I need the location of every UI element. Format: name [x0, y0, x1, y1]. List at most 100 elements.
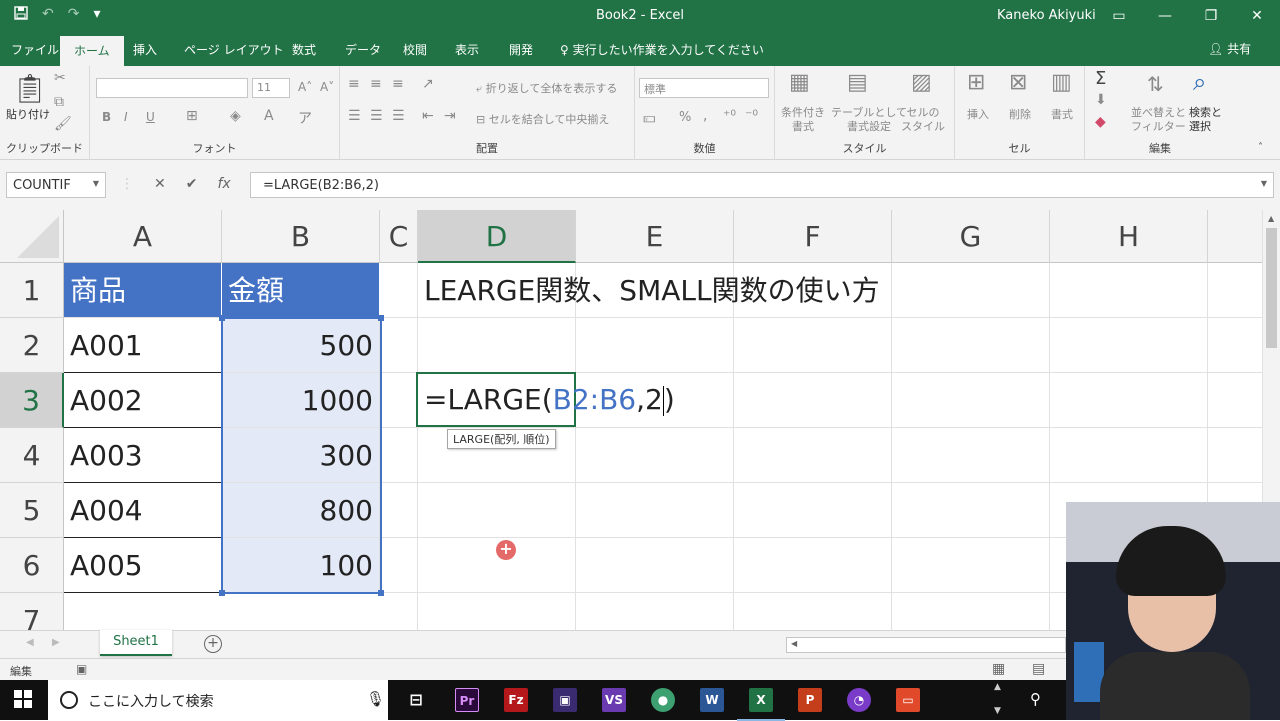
- sheet-tab-sheet1[interactable]: Sheet1: [100, 630, 172, 656]
- cell-b5[interactable]: 800: [222, 483, 380, 538]
- increase-indent-icon[interactable]: ⇥: [444, 108, 456, 124]
- cell-b3[interactable]: 1000: [222, 373, 380, 428]
- tell-me-search[interactable]: ♀ 実行したい作業を入力してください: [560, 41, 764, 58]
- column-header-f[interactable]: F: [734, 210, 892, 263]
- fill-icon[interactable]: ⬇: [1095, 92, 1107, 108]
- ribbon-display-options-icon[interactable]: ▭: [1096, 4, 1142, 28]
- paste-label[interactable]: 貼り付け: [6, 106, 50, 122]
- comma-style-icon[interactable]: ,: [703, 108, 707, 124]
- cell-a6[interactable]: A005: [64, 538, 222, 593]
- column-header-d[interactable]: D: [418, 210, 576, 263]
- number-format-box[interactable]: 標準: [639, 78, 769, 98]
- column-header-e[interactable]: E: [576, 210, 734, 263]
- format-cells-button[interactable]: 書式: [1051, 106, 1073, 122]
- column-header-a[interactable]: A: [64, 210, 222, 263]
- restore-button[interactable]: ❐: [1188, 4, 1234, 28]
- powerpoint-icon[interactable]: P: [798, 688, 822, 712]
- row-header-2[interactable]: 2: [0, 318, 64, 373]
- column-header-b[interactable]: B: [222, 210, 380, 263]
- macro-record-icon[interactable]: ▣: [76, 662, 87, 676]
- shrink-font-button[interactable]: A˅: [320, 80, 334, 94]
- percent-button[interactable]: %: [679, 110, 691, 125]
- collapse-ribbon-icon[interactable]: ˄: [1258, 142, 1263, 153]
- task-view-icon[interactable]: ⊟: [404, 688, 428, 712]
- orientation-icon[interactable]: ↗: [422, 76, 434, 92]
- excel-icon[interactable]: X: [737, 688, 785, 721]
- find-select-button[interactable]: 検索と 選択: [1189, 106, 1222, 134]
- tray-up-icon[interactable]: ▲: [994, 682, 1001, 692]
- scroll-up-icon[interactable]: ▲: [1268, 214, 1274, 223]
- formula-input[interactable]: =LARGE(B2:B6,2) ▼: [250, 172, 1274, 198]
- delete-cells-icon[interactable]: ⊠: [1009, 70, 1027, 95]
- cell-b4[interactable]: 300: [222, 428, 380, 483]
- cut-icon[interactable]: ✂: [54, 70, 66, 86]
- camtasia-icon[interactable]: ▭: [896, 688, 920, 712]
- people-icon[interactable]: ⚲: [1030, 690, 1041, 708]
- tray-down-icon[interactable]: ▼: [994, 706, 1001, 716]
- row-header-3[interactable]: 3: [0, 373, 64, 428]
- format-as-table-button[interactable]: テーブルとして 書式設定: [831, 106, 907, 134]
- insert-cells-button[interactable]: 挿入: [967, 106, 989, 122]
- enter-icon[interactable]: ✔: [186, 176, 198, 192]
- next-sheet-icon[interactable]: ▶: [52, 637, 60, 648]
- align-bottom-icon[interactable]: ≡: [392, 76, 404, 92]
- align-middle-icon[interactable]: ≡: [370, 76, 382, 92]
- format-as-table-icon[interactable]: ▤: [847, 70, 868, 95]
- column-header-h[interactable]: H: [1050, 210, 1208, 263]
- cell-a5[interactable]: A004: [64, 483, 222, 538]
- font-size-box[interactable]: 11: [252, 78, 290, 98]
- visual-studio-icon[interactable]: VS: [602, 688, 626, 712]
- scroll-left-icon[interactable]: ◀: [791, 639, 797, 648]
- currency-icon[interactable]: 💴︎: [643, 110, 656, 126]
- app-icon[interactable]: ▣: [553, 688, 577, 712]
- expand-formula-icon[interactable]: ▼: [1261, 179, 1267, 188]
- font-color-icon[interactable]: A: [264, 108, 274, 124]
- format-cells-icon[interactable]: ▥: [1051, 70, 1072, 95]
- page-layout-view-icon[interactable]: ▤: [1032, 661, 1045, 677]
- tab-data[interactable]: データ: [345, 41, 381, 58]
- insert-cells-icon[interactable]: ⊞: [967, 70, 985, 95]
- cell-a3[interactable]: A002: [64, 373, 222, 428]
- close-button[interactable]: ✕: [1234, 4, 1280, 28]
- cell-b2[interactable]: 500: [222, 318, 380, 373]
- cell-styles-button[interactable]: セルの スタイル: [901, 106, 945, 134]
- find-select-icon[interactable]: ⌕: [1193, 68, 1206, 96]
- row-header-5[interactable]: 5: [0, 483, 64, 538]
- autosum-icon[interactable]: Σ: [1095, 68, 1106, 89]
- tab-home[interactable]: ホーム: [60, 36, 124, 66]
- filezilla-icon[interactable]: Fz: [504, 688, 528, 712]
- recorder-icon[interactable]: ◔: [847, 688, 871, 712]
- insert-function-icon[interactable]: fx: [217, 176, 230, 192]
- add-sheet-button[interactable]: +: [204, 635, 222, 653]
- align-center-icon[interactable]: ☰: [370, 108, 383, 124]
- cell-a4[interactable]: A003: [64, 428, 222, 483]
- grow-font-button[interactable]: A˄: [298, 80, 312, 94]
- clear-icon[interactable]: ◆: [1095, 114, 1106, 130]
- name-box[interactable]: COUNTIF ▼: [6, 172, 106, 198]
- vertical-scroll-thumb[interactable]: [1266, 228, 1277, 348]
- cell-b6[interactable]: 100: [222, 538, 380, 593]
- row-header-7[interactable]: 7: [0, 593, 64, 630]
- phonetic-icon[interactable]: ア: [298, 108, 312, 128]
- column-header-i[interactable]: [1208, 210, 1262, 263]
- cell-b1[interactable]: 金額: [222, 263, 380, 318]
- column-header-c[interactable]: C: [380, 210, 418, 263]
- previous-sheet-icon[interactable]: ◀: [26, 637, 34, 648]
- row-header-1[interactable]: 1: [0, 263, 64, 318]
- column-header-g[interactable]: G: [892, 210, 1050, 263]
- row-header-6[interactable]: 6: [0, 538, 64, 593]
- tab-view[interactable]: 表示: [455, 41, 479, 58]
- share-button[interactable]: 👤︎ 共有: [1208, 40, 1251, 57]
- underline-button[interactable]: U: [146, 110, 155, 124]
- align-left-icon[interactable]: ☰: [348, 108, 361, 124]
- paste-icon[interactable]: 📋︎: [12, 72, 48, 105]
- tab-review[interactable]: 校閲: [403, 41, 427, 58]
- taskbar-search[interactable]: ここに入力して検索 🎙︎: [48, 680, 388, 720]
- premiere-icon[interactable]: Pr: [455, 688, 479, 712]
- browser-icon[interactable]: ●: [651, 688, 675, 712]
- cell-a1[interactable]: 商品: [64, 263, 222, 318]
- select-all-button[interactable]: [0, 210, 64, 263]
- minimize-button[interactable]: —: [1142, 4, 1188, 28]
- copy-icon[interactable]: ⧉: [54, 94, 64, 110]
- sort-filter-button[interactable]: 並べ替えと フィルター: [1131, 106, 1186, 134]
